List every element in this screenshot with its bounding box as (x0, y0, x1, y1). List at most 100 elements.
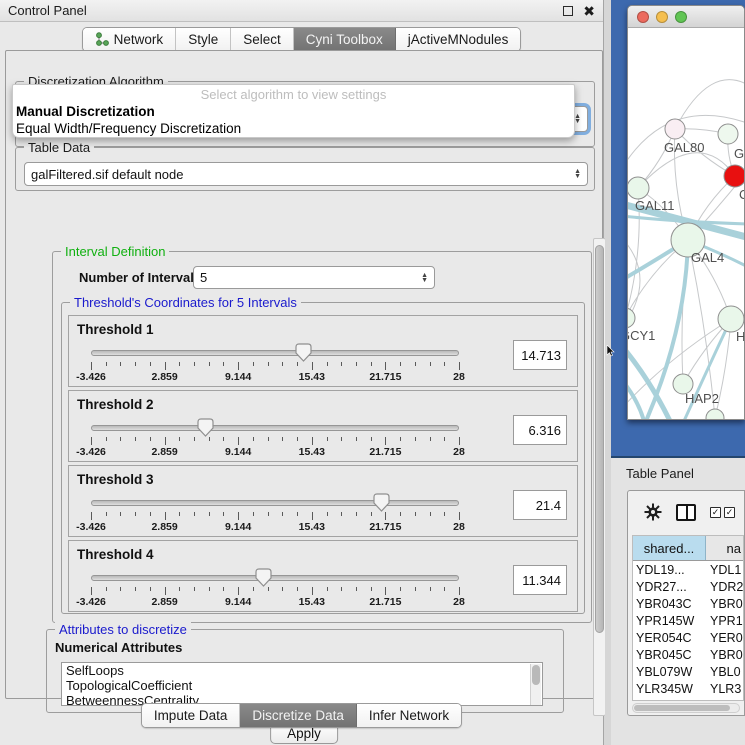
table-horizontal-scrollbar[interactable] (632, 703, 740, 713)
tab-jactivemnodules[interactable]: jActiveMNodules (396, 28, 521, 51)
list-scrollbar[interactable] (530, 664, 541, 706)
shared-name-cell: YBR043C (633, 597, 706, 611)
name-cell: YBR0 (706, 648, 743, 662)
close-icon[interactable]: ✖ (583, 6, 595, 16)
table-row[interactable]: YLR345WYLR3 (633, 680, 743, 697)
algorithm-dropdown-popup: Select algorithm to view settings Manual… (12, 84, 575, 138)
table-row[interactable]: YBL079WYBL0 (633, 663, 743, 680)
table-row[interactable]: YPR145WYPR1 (633, 612, 743, 629)
shared-name-cell: YIL052C (633, 699, 706, 702)
network-node-gcy1[interactable] (628, 308, 635, 328)
threshold-value-field[interactable]: 14.713 (513, 340, 567, 370)
node-attribute-table[interactable]: shared... na YDL19...YDL1YDR27...YDR2YBR… (632, 535, 744, 701)
threshold-value-field[interactable]: 11.344 (513, 565, 567, 595)
tab-network[interactable]: Network (83, 28, 177, 51)
attributes-group-title: Attributes to discretize (55, 622, 191, 637)
threshold-slider[interactable]: -3.4262.8599.14415.4321.71528 (91, 496, 459, 534)
threshold-slider[interactable]: -3.4262.8599.14415.4321.71528 (91, 346, 459, 384)
name-cell: YBL0 (706, 665, 743, 679)
table-row[interactable]: YBR045CYBR0 (633, 646, 743, 663)
name-cell: YDL1 (706, 563, 743, 577)
network-node-label: GA (734, 146, 745, 161)
network-node-ga[interactable] (718, 124, 738, 144)
tick-label: 2.859 (151, 446, 177, 458)
tab-label: Impute Data (154, 708, 228, 723)
table-row[interactable]: YIL052CYIL0 (633, 697, 743, 701)
threshold-slider[interactable]: -3.4262.8599.14415.4321.71528 (91, 571, 459, 609)
top-tab-strip: NetworkStyleSelect Cyni Toolbox jActiveMNo… (0, 27, 603, 52)
numerical-attributes-list[interactable]: SelfLoopsTopologicalCoefficientBetweenne… (61, 662, 543, 706)
dropdown-option-equal-width-frequency[interactable]: Equal Width/Frequency Discretization (13, 121, 574, 138)
slider-track[interactable] (91, 500, 459, 506)
attribute-list-item[interactable]: TopologicalCoefficient (62, 678, 542, 693)
bottom-tab-strip: Impute Data Discretize DataInfer Network (0, 703, 603, 728)
number-of-intervals-combobox[interactable]: 5 ▲▼ (193, 266, 435, 289)
slider-thumb-icon[interactable] (255, 568, 272, 587)
column-layout-icon[interactable] (676, 504, 696, 521)
tick-label: 15.43 (299, 521, 325, 533)
tab-style[interactable]: Style (176, 28, 231, 51)
shared-name-cell: YBL079W (633, 665, 706, 679)
network-node-label: HAP2 (685, 391, 719, 406)
slider-track[interactable] (91, 575, 459, 581)
checkbox-icon[interactable]: ✓ (710, 507, 721, 518)
slider-thumb-icon[interactable] (197, 418, 214, 437)
threshold-value-field[interactable]: 21.4 (513, 490, 567, 520)
network-view-window: GAL80GACGAL11GAL4GCY1HHAP2 (627, 5, 745, 420)
tab-infer-network[interactable]: Infer Network (357, 704, 461, 727)
network-thick-edge (628, 380, 644, 420)
slider-tick-labels: -3.4262.8599.14415.4321.71528 (91, 371, 459, 383)
network-node-gal11[interactable] (628, 177, 649, 199)
tab-select[interactable]: Select (231, 28, 294, 51)
tick-label: 21.715 (369, 596, 401, 608)
tab-label: Cyni Toolbox (306, 32, 383, 47)
table-row[interactable]: YDR27...YDR2 (633, 578, 743, 595)
close-traffic-light-icon[interactable] (637, 11, 649, 23)
name-cell: YPR1 (706, 614, 743, 628)
tab-impute-data[interactable]: Impute Data (142, 704, 241, 727)
threshold-value-field[interactable]: 6.316 (513, 415, 567, 445)
combobox-stepper-icon[interactable]: ▲▼ (415, 273, 428, 283)
threshold-slider[interactable]: -3.4262.8599.14415.4321.71528 (91, 421, 459, 459)
gear-icon[interactable] (644, 503, 662, 521)
table-panel-box: ✓ ✓ shared... na YDL19...YDL1YDR27...YDR… (627, 490, 745, 716)
network-canvas[interactable]: GAL80GACGAL11GAL4GCY1HHAP2 (628, 28, 745, 420)
attribute-list-item[interactable]: SelfLoops (62, 663, 542, 678)
table-row[interactable]: YER054CYER0 (633, 629, 743, 646)
checkbox-icon[interactable]: ✓ (724, 507, 735, 518)
column-header-shared-name[interactable]: shared... (633, 536, 706, 560)
tab-discretize-data[interactable]: Discretize Data (240, 704, 357, 727)
network-node-label: GAL4 (691, 250, 724, 265)
slider-thumb-icon[interactable] (373, 493, 390, 512)
slider-thumb-icon[interactable] (295, 343, 312, 362)
minimize-traffic-light-icon[interactable] (656, 11, 668, 23)
top-tabs-group: NetworkStyleSelect Cyni Toolbox jActiveMNo… (82, 27, 522, 52)
tick-label: 2.859 (151, 596, 177, 608)
dropdown-option-manual-discretization[interactable]: Manual Discretization (13, 104, 574, 121)
network-edge (675, 80, 745, 129)
table-toolbar: ✓ ✓ (628, 491, 744, 533)
tab-cyni-toolbox[interactable]: Cyni Toolbox (294, 28, 396, 51)
table-data-group: Table Data galFiltered.sif default node … (15, 147, 595, 191)
table-row[interactable]: YBR043CYBR0 (633, 595, 743, 612)
network-node-label: H (736, 329, 745, 344)
slider-track[interactable] (91, 350, 459, 356)
interval-definition-group-title: Interval Definition (61, 244, 169, 259)
zoom-traffic-light-icon[interactable] (675, 11, 687, 23)
name-cell: YBR0 (706, 597, 743, 611)
network-node-partial[interactable] (706, 409, 724, 420)
tick-label: 2.859 (151, 521, 177, 533)
numerical-attributes-label: Numerical Attributes (55, 640, 182, 655)
tick-label: -3.426 (76, 521, 106, 533)
slider-track[interactable] (91, 425, 459, 431)
network-node-gal80[interactable] (665, 119, 685, 139)
table-row[interactable]: YDL19...YDL1 (633, 561, 743, 578)
number-of-intervals-label: Number of Intervals (79, 270, 201, 285)
column-header-name[interactable]: na (706, 536, 743, 560)
dropdown-placeholder-option[interactable]: Select algorithm to view settings (13, 87, 574, 104)
combobox-stepper-icon[interactable]: ▲▼ (568, 169, 581, 179)
window-title: Control Panel (8, 3, 87, 18)
table-data-combobox[interactable]: galFiltered.sif default node ▲▼ (24, 162, 588, 186)
float-window-icon[interactable] (563, 6, 573, 16)
network-node-c[interactable] (724, 165, 745, 187)
